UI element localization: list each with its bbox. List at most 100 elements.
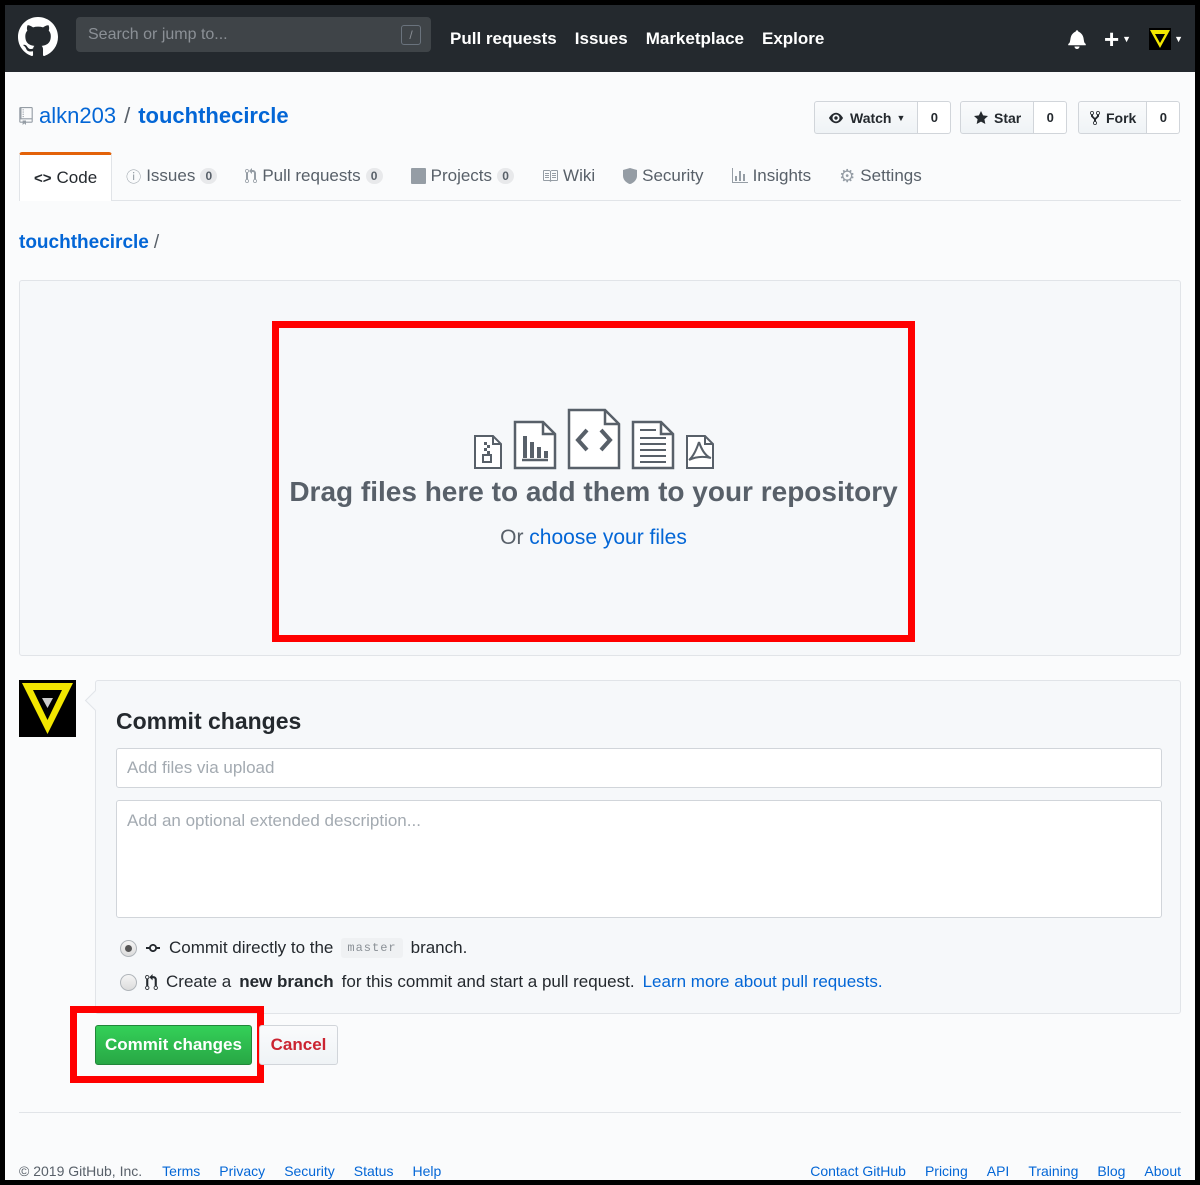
- footer-link-terms[interactable]: Terms: [162, 1163, 200, 1179]
- footer-link-training[interactable]: Training: [1028, 1163, 1078, 1179]
- zip-file-icon: [473, 435, 502, 469]
- tab-label: Issues: [146, 166, 196, 185]
- commit-form: Commit changes Commit directly to the ma…: [95, 680, 1181, 1014]
- tab-projects[interactable]: Projects 0: [397, 152, 528, 200]
- commit-summary-input[interactable]: [116, 748, 1162, 788]
- star-icon: [974, 110, 988, 124]
- breadcrumb-separator: /: [153, 232, 160, 253]
- search-box[interactable]: /: [76, 17, 431, 52]
- watch-count[interactable]: 0: [918, 101, 952, 134]
- fork-count[interactable]: 0: [1147, 101, 1181, 134]
- footer-link-security[interactable]: Security: [284, 1163, 335, 1179]
- footer-link-api[interactable]: API: [987, 1163, 1010, 1179]
- fork-group: Fork 0: [1078, 101, 1181, 134]
- cancel-button[interactable]: Cancel: [259, 1025, 338, 1065]
- fork-button[interactable]: Fork: [1078, 101, 1148, 134]
- search-shortcut-hint: /: [401, 25, 421, 45]
- commit-direct-option[interactable]: Commit directly to the master branch.: [120, 938, 467, 958]
- nav-marketplace[interactable]: Marketplace: [646, 29, 744, 49]
- commit-description-textarea[interactable]: [116, 800, 1162, 918]
- tab-label: Pull requests: [262, 166, 361, 185]
- book-icon: [543, 170, 559, 182]
- repo-icon: [19, 107, 33, 125]
- star-group: Star 0: [960, 101, 1068, 134]
- user-menu-button[interactable]: ▼: [1149, 27, 1183, 50]
- graph-icon: [731, 168, 748, 183]
- tab-security[interactable]: Security: [609, 152, 717, 200]
- pr-icon: [245, 168, 258, 183]
- repo-name-link[interactable]: touchthecircle: [138, 103, 288, 129]
- commit-direct-label-post: branch.: [410, 938, 468, 957]
- tab-insights[interactable]: Insights: [718, 152, 826, 200]
- nav-explore[interactable]: Explore: [762, 29, 824, 49]
- code-file-icon: [567, 408, 620, 470]
- commit-direct-label-pre: Commit directly to the: [169, 938, 334, 957]
- new-branch-label-bold: new branch: [239, 972, 334, 991]
- pr-icon: [145, 973, 158, 990]
- footer-link-blog[interactable]: Blog: [1097, 1163, 1125, 1179]
- breadcrumb: touchthecircle /: [19, 232, 159, 254]
- commit-new-branch-radio[interactable]: [120, 973, 137, 991]
- footer-link-status[interactable]: Status: [354, 1163, 394, 1179]
- footer-link-pricing[interactable]: Pricing: [925, 1163, 968, 1179]
- plus-icon: +: [1103, 23, 1120, 54]
- footer-copyright: © 2019 GitHub, Inc.: [19, 1163, 143, 1179]
- nav-issues[interactable]: Issues: [575, 29, 628, 49]
- breadcrumb-repo-link[interactable]: touchthecircle: [19, 232, 149, 253]
- footer: © 2019 GitHub, Inc. Terms Privacy Securi…: [19, 1163, 1181, 1179]
- star-count[interactable]: 0: [1034, 101, 1068, 134]
- fork-icon: [1090, 110, 1100, 125]
- tab-settings[interactable]: ⚙ Settings: [825, 152, 936, 200]
- gear-icon: ⚙: [839, 165, 856, 186]
- file-drop-zone[interactable]: Drag files here to add them to your repo…: [19, 280, 1181, 656]
- issue-icon: ⓘ: [126, 168, 142, 186]
- fork-label: Fork: [1106, 109, 1137, 126]
- watch-group: Watch ▼ 0: [814, 101, 952, 134]
- tab-label: Projects: [430, 166, 493, 185]
- github-logo-icon[interactable]: [18, 17, 58, 57]
- footer-link-help[interactable]: Help: [412, 1163, 441, 1179]
- new-branch-label-post: for this commit and start a pull request…: [341, 972, 635, 991]
- file-type-icons: [279, 408, 908, 470]
- user-avatar-icon: [1149, 27, 1172, 50]
- new-branch-label-pre: Create a: [166, 972, 232, 991]
- highlight-box: Drag files here to add them to your repo…: [272, 321, 915, 642]
- drop-zone-title: Drag files here to add them to your repo…: [289, 476, 898, 507]
- choose-files-link[interactable]: choose your files: [529, 526, 687, 549]
- repo-path-separator: /: [124, 103, 131, 128]
- star-label: Star: [994, 109, 1022, 126]
- branch-name: master: [341, 938, 403, 958]
- avatar[interactable]: [19, 680, 76, 737]
- repo-owner-link[interactable]: alkn203: [39, 103, 116, 129]
- bell-icon[interactable]: [1068, 29, 1086, 49]
- learn-more-link[interactable]: Learn more about pull requests.: [643, 972, 883, 992]
- commit-changes-button[interactable]: Commit changes: [95, 1025, 252, 1065]
- star-button[interactable]: Star: [960, 101, 1035, 134]
- eye-icon: [829, 112, 843, 123]
- tab-wiki[interactable]: Wiki: [528, 152, 609, 200]
- pr-counter: 0: [365, 168, 383, 184]
- nav-pull-requests[interactable]: Pull requests: [450, 29, 557, 49]
- footer-link-privacy[interactable]: Privacy: [219, 1163, 265, 1179]
- page: / Pull requests Issues Marketplace Explo…: [5, 5, 1195, 1180]
- search-input[interactable]: [86, 24, 386, 45]
- header-actions: + ▼ ▼: [1068, 5, 1183, 72]
- footer-right-links: Contact GitHub Pricing API Training Blog…: [810, 1163, 1181, 1179]
- repo-title: alkn203 / touchthecircle: [19, 103, 289, 129]
- git-commit-icon: [146, 944, 160, 952]
- tab-code[interactable]: <> Code: [19, 152, 113, 201]
- commit-title: Commit changes: [116, 708, 302, 734]
- commit-direct-radio[interactable]: [120, 939, 137, 957]
- pdf-file-icon: [685, 435, 714, 469]
- new-menu-button[interactable]: + ▼: [1103, 23, 1132, 54]
- tab-issues[interactable]: ⓘ Issues 0: [112, 152, 231, 200]
- drop-zone-or: Or: [500, 526, 524, 549]
- tab-pull-requests[interactable]: Pull requests 0: [231, 152, 396, 200]
- chevron-down-icon: ▼: [1122, 33, 1132, 44]
- footer-link-about[interactable]: About: [1144, 1163, 1181, 1179]
- text-file-icon: [631, 420, 674, 470]
- commit-new-branch-option[interactable]: Create a new branch for this commit and …: [120, 972, 883, 992]
- watch-button[interactable]: Watch ▼: [814, 101, 919, 134]
- footer-link-contact[interactable]: Contact GitHub: [810, 1163, 906, 1179]
- issues-counter: 0: [200, 168, 218, 184]
